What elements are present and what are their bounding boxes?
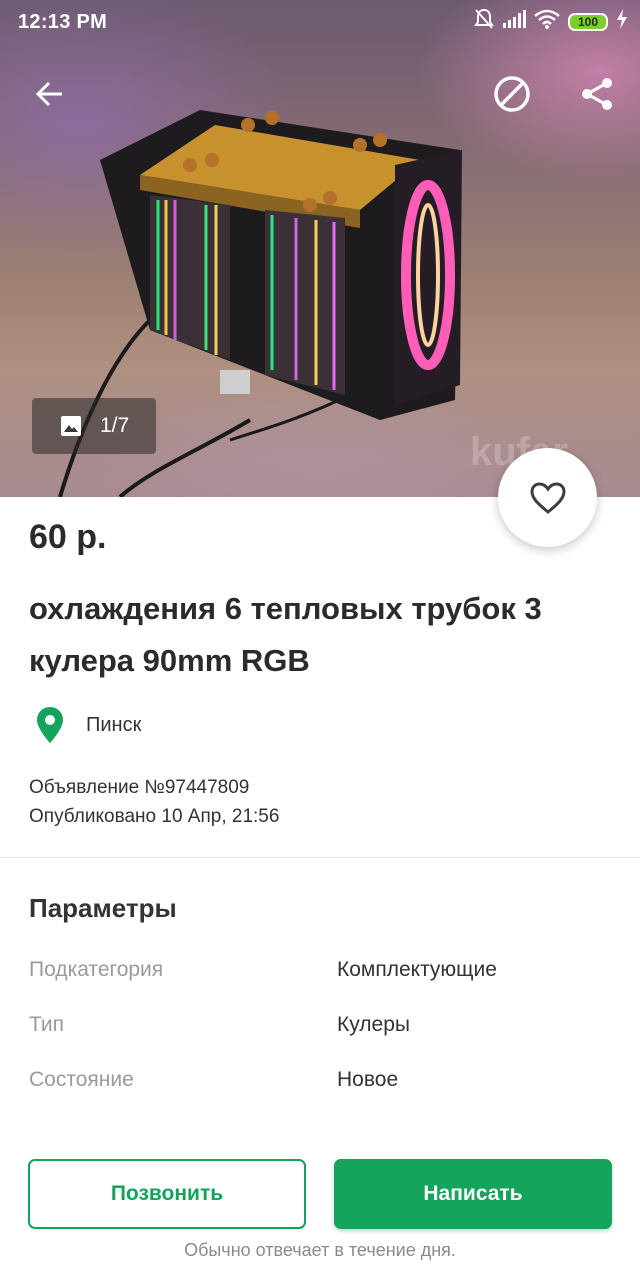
param-value: Новое <box>337 1068 399 1091</box>
param-value: Кулеры <box>337 1013 410 1036</box>
photo-counter-text: 1/7 <box>100 414 130 437</box>
wifi-icon <box>534 9 560 35</box>
write-message-button[interactable]: Написать <box>334 1159 612 1229</box>
param-value: Комплектующие <box>337 958 497 981</box>
published-date: Опубликовано 10 Апр, 21:56 <box>29 806 280 827</box>
call-button[interactable]: Позвонить <box>28 1159 306 1229</box>
photo-counter[interactable]: 1/7 <box>32 398 156 454</box>
battery-icon: 100 <box>568 13 608 31</box>
location-text: Пинск <box>86 713 142 736</box>
block-button[interactable] <box>490 72 534 116</box>
param-label: Тип <box>29 1013 65 1036</box>
reply-time-note: Обычно отвечает в течение дня. <box>184 1240 456 1260</box>
param-label: Подкатегория <box>29 958 164 981</box>
ad-number: Объявление №97447809 <box>29 777 250 798</box>
back-arrow-icon <box>35 81 62 107</box>
ad-meta: Объявление №97447809 Опубликовано 10 Апр… <box>29 773 279 831</box>
image-icon <box>60 415 82 437</box>
status-bar: 12:13 PM 100 <box>0 0 640 44</box>
share-button[interactable] <box>575 72 619 116</box>
params-heading: Параметры <box>29 893 177 923</box>
back-button[interactable] <box>28 72 72 116</box>
charging-icon <box>616 9 628 35</box>
location[interactable]: Пинск <box>36 706 141 744</box>
param-label: Состояние <box>29 1068 134 1091</box>
price: 60 р. <box>29 518 107 556</box>
mute-icon <box>474 8 494 36</box>
favorite-button[interactable] <box>498 448 597 547</box>
status-time: 12:13 PM <box>18 11 108 33</box>
signal-icon <box>502 9 526 35</box>
status-icons: 100 <box>474 8 628 36</box>
location-pin-icon <box>37 707 63 743</box>
share-icon <box>582 78 612 110</box>
listing-title: охлаждения 6 тепловых трубок 3 кулера 90… <box>29 591 542 678</box>
divider <box>0 857 640 858</box>
block-icon <box>494 76 530 112</box>
heart-icon <box>529 481 566 514</box>
